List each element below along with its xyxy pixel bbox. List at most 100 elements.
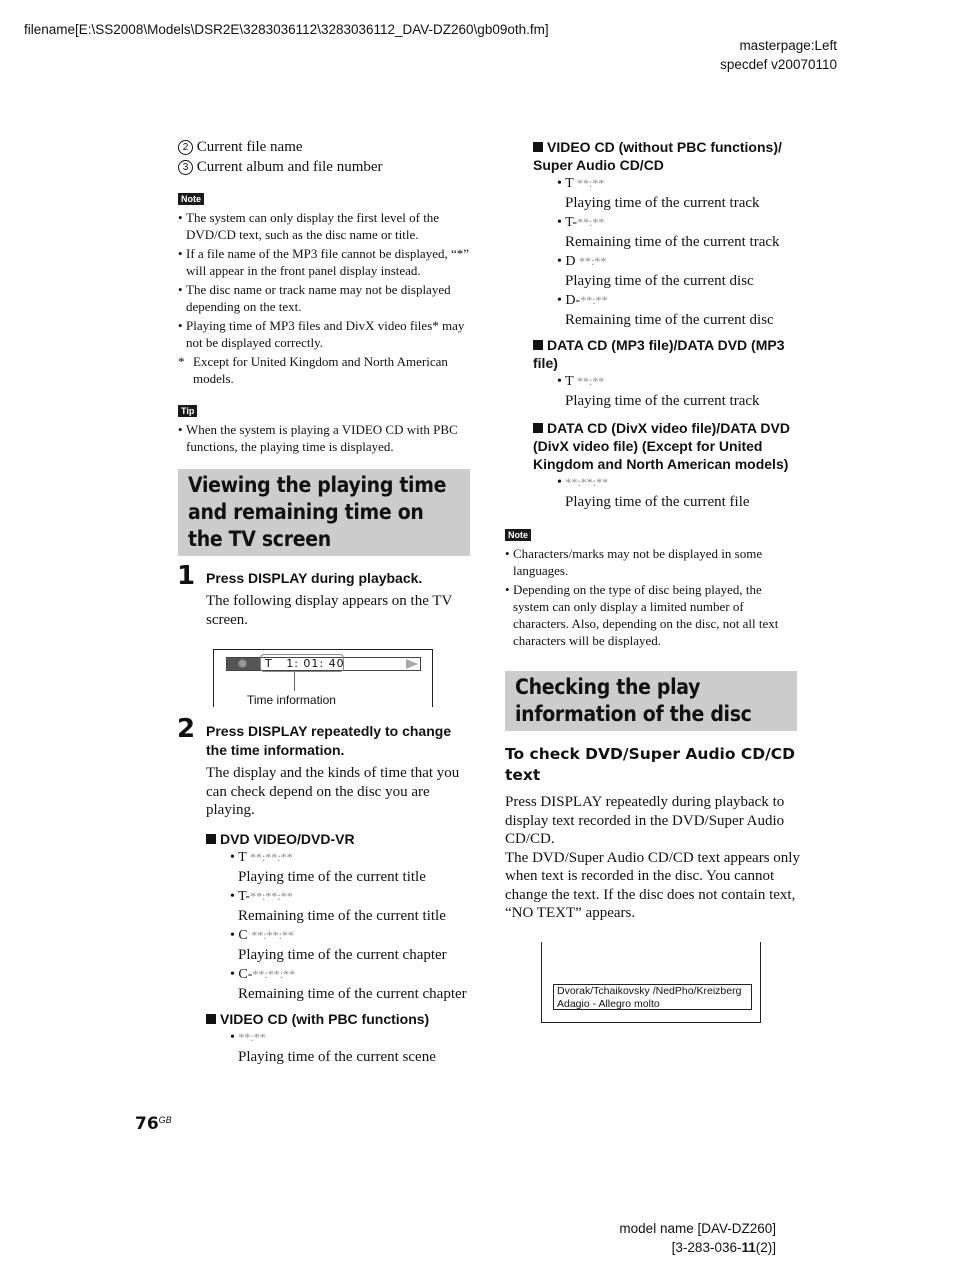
- note-item: The disc name or track name may not be d…: [178, 281, 470, 315]
- time-code: • T **:**:**: [230, 849, 293, 865]
- note-item: The system can only display the first le…: [178, 209, 470, 243]
- step-2: Press DISPLAY repeatedly to change the t…: [206, 722, 472, 1067]
- group-heading: DATA CD (DivX video file)/DATA DVD (DivX…: [533, 420, 790, 472]
- time-item: • D **:** Playing time of the current di…: [557, 252, 801, 291]
- tip-block: Tip When the system is playing a VIDEO C…: [178, 401, 470, 455]
- step-number: 1: [177, 561, 196, 591]
- page-suffix: GB: [158, 1115, 172, 1125]
- model-name: model name [DAV-DZ260]: [619, 1221, 776, 1236]
- note-list: The system can only display the first le…: [178, 209, 470, 351]
- square-bullet-icon: [206, 1013, 216, 1024]
- callout-label: Time information: [247, 693, 336, 707]
- time-item: • T **:**:** Playing time of the current…: [230, 848, 472, 887]
- item-text: Current file name: [196, 139, 303, 155]
- circled-number: 3: [178, 159, 193, 175]
- note-item: Characters/marks may not be displayed in…: [505, 545, 797, 579]
- page-number-value: 76: [135, 1114, 159, 1134]
- tv-display-figure: T 1: 01: 40 Time information: [213, 649, 433, 707]
- time-code: • T **:**: [557, 176, 605, 191]
- time-group-vcd-nopbc: VIDEO CD (without PBC functions)/ Super …: [533, 138, 801, 330]
- time-code: • T-**:**: [557, 215, 605, 230]
- step-body: The following display appears on the TV …: [206, 593, 453, 628]
- time-desc: Playing time of the current file: [565, 494, 750, 510]
- time-code: • C-**:**:**: [230, 966, 296, 982]
- time-code: • **:**: [230, 1029, 266, 1045]
- paragraph: The DVD/Super Audio CD/CD text appears o…: [505, 849, 800, 922]
- step-number: 2: [177, 714, 196, 744]
- section-title-play-info: Checking the play information of the dis…: [505, 671, 797, 731]
- numbered-item: 2 Current file name: [178, 138, 470, 157]
- bar-icon-area: [227, 658, 261, 670]
- disc-text-line: Adagio - Allegro molto: [557, 997, 660, 1010]
- time-item: • **:** Playing time of the current scen…: [230, 1028, 472, 1067]
- time-code: • D **:**: [557, 254, 607, 269]
- time-code: • T **:**: [557, 374, 605, 389]
- time-desc: Remaining time of the current chapter: [238, 985, 467, 1002]
- footnote-mark: *: [178, 354, 185, 369]
- note-item: Playing time of MP3 files and DivX video…: [178, 317, 470, 351]
- group-heading: VIDEO CD (without PBC functions)/ Super …: [533, 139, 782, 173]
- subheading: To check DVD/Super Audio CD/CD text: [505, 745, 796, 784]
- numbered-item: 3 Current album and file number: [178, 158, 470, 177]
- time-code: • C **:**:**: [230, 927, 294, 943]
- disc-text-line: Dvorak/Tchaikovsky /NedPho/Kreizberg: [557, 985, 742, 997]
- disc-text-figure: Dvorak/Tchaikovsky /NedPho/Kreizberg Ada…: [541, 942, 761, 1023]
- callout-line: [294, 672, 295, 691]
- tip-list: When the system is playing a VIDEO CD wi…: [178, 421, 470, 455]
- time-item: • T **:** Playing time of the current tr…: [557, 174, 801, 213]
- time-item: • T-**:** Remaining time of the current …: [557, 213, 801, 252]
- masterpage-header: masterpage:Left specdef v20070110: [720, 36, 837, 74]
- square-bullet-icon: [533, 142, 543, 152]
- play-icon: [406, 659, 418, 669]
- tip-item: When the system is playing a VIDEO CD wi…: [178, 421, 470, 455]
- right-note-block: Note Characters/marks may not be display…: [505, 525, 797, 651]
- section-title-viewing-time: Viewing the playing time and remaining t…: [178, 469, 470, 556]
- square-bullet-icon: [533, 340, 543, 350]
- tip-label: Tip: [178, 405, 198, 417]
- note-label: Note: [505, 529, 531, 541]
- time-item: • C **:**:** Playing time of the current…: [230, 926, 472, 965]
- note-list: Characters/marks may not be displayed in…: [505, 545, 797, 649]
- time-desc: Remaining time of the current track: [565, 234, 780, 250]
- step-title: Press DISPLAY during playback.: [206, 570, 423, 586]
- square-bullet-icon: [533, 423, 543, 433]
- note-item: If a file name of the MP3 file cannot be…: [178, 245, 470, 279]
- disc-text-box: Dvorak/Tchaikovsky /NedPho/Kreizberg Ada…: [553, 984, 752, 1010]
- time-item: • T-**:**:** Remaining time of the curre…: [230, 887, 472, 926]
- specdef-label: specdef v20070110: [720, 57, 837, 72]
- time-desc: Remaining time of the current title: [238, 907, 446, 924]
- time-code: • **:**:**: [557, 475, 609, 490]
- group-heading: DVD VIDEO/DVD-VR: [206, 830, 472, 848]
- time-desc: Playing time of the current track: [565, 393, 760, 409]
- numbered-items: 2 Current file name 3 Current album and …: [178, 138, 470, 176]
- time-item: • C-**:**:** Remaining time of the curre…: [230, 965, 472, 1004]
- note-item: Depending on the type of disc being play…: [505, 581, 797, 649]
- group-heading: DATA CD (MP3 file)/DATA DVD (MP3 file): [533, 337, 785, 371]
- item-text: Current album and file number: [196, 158, 383, 175]
- model-code: [3-283-036-11(2)]: [671, 1240, 776, 1255]
- time-callout-box: [260, 654, 344, 672]
- masterpage-label: masterpage:Left: [739, 38, 837, 53]
- time-code: • D-**:**: [557, 293, 608, 308]
- group-heading: VIDEO CD (with PBC functions): [206, 1010, 472, 1028]
- time-code: • T-**:**:**: [230, 888, 293, 904]
- step-body: The display and the kinds of time that y…: [206, 765, 460, 818]
- time-desc: Playing time of the current title: [238, 868, 426, 885]
- time-item: • T **:** Playing time of the current tr…: [557, 372, 801, 411]
- time-desc: Playing time of the current scene: [238, 1048, 436, 1065]
- time-group-mp3: DATA CD (MP3 file)/DATA DVD (MP3 file) •…: [533, 336, 801, 411]
- circled-number: 2: [178, 140, 193, 155]
- check-text-section: To check DVD/Super Audio CD/CD text Pres…: [505, 744, 800, 923]
- footnote-text: Except for United Kingdom and North Amer…: [193, 354, 448, 386]
- paragraph: Press DISPLAY repeatedly during playback…: [505, 794, 785, 847]
- time-group-divx: DATA CD (DivX video file)/DATA DVD (DivX…: [533, 419, 801, 512]
- clock-icon: [238, 659, 247, 668]
- time-desc: Remaining time of the current disc: [565, 312, 774, 328]
- time-item: • **:**:** Playing time of the current f…: [557, 473, 801, 512]
- page-number: 76GB: [135, 1114, 172, 1134]
- time-group-dvd: DVD VIDEO/DVD-VR • T **:**:** Playing ti…: [206, 830, 472, 1004]
- filename-header: filename[E:\SS2008\Models\DSR2E\32830361…: [24, 22, 549, 37]
- time-desc: Playing time of the current chapter: [238, 946, 447, 963]
- left-column: 2 Current file name 3 Current album and …: [178, 138, 470, 457]
- square-bullet-icon: [206, 833, 216, 844]
